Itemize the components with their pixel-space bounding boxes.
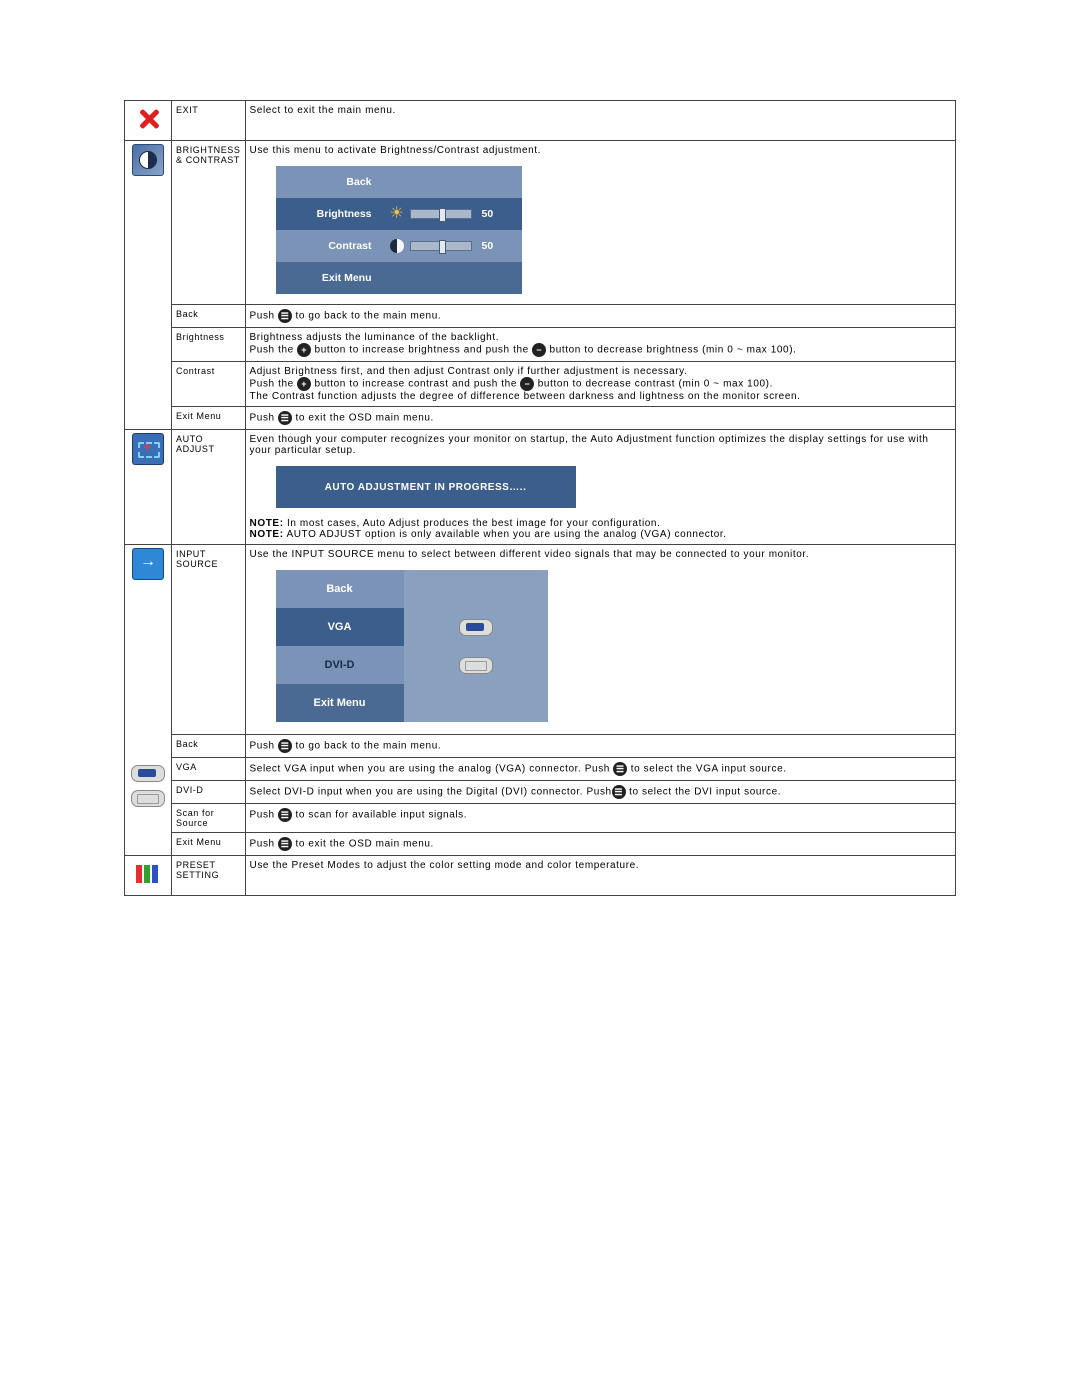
exit-desc: Select to exit the main menu. [245,101,955,141]
input-vga-label: VGA [172,758,246,781]
exitmenu-row-desc: Push ☰ to exit the OSD main menu. [245,407,955,430]
sun-icon: ☀ [390,207,404,221]
exit-icon-cell [125,101,172,141]
input-desc: Use the INPUT SOURCE menu to select betw… [250,549,951,560]
menu-button-icon: ☰ [278,837,292,851]
osd-back-label: Back [276,176,390,188]
contrast-row-label: Contrast [172,362,246,407]
brightness-label: BRIGHTNESS & CONTRAST [172,141,246,305]
brightness-desc: Use this menu to activate Brightness/Con… [250,145,542,156]
auto-adjust-banner: AUTO ADJUSTMENT IN PROGRESS….. [276,466,576,508]
preset-label: PRESET SETTING [172,856,246,896]
osd-exitmenu-label: Exit Menu [276,272,390,284]
osd-contrast-label: Contrast [276,240,390,252]
minus-button-icon: − [532,343,546,357]
auto-desc-cell: Even though your computer recognizes you… [245,430,955,545]
input-dvi-label: DVI-D [172,781,246,804]
input-exit-label: Exit Menu [172,833,246,856]
menu-button-icon: ☰ [612,785,626,799]
brightness-row-label: Brightness [172,328,246,362]
input-exit-desc: Push ☰ to exit the OSD main menu. [245,833,955,856]
brightness-row-desc: Brightness adjusts the luminance of the … [245,328,955,362]
contrast-row-desc: Adjust Brightness first, and then adjust… [245,362,955,407]
input-source-icon [132,548,164,580]
input-scan-desc: Push ☰ to scan for available input signa… [245,804,955,833]
osd-contrast-row[interactable]: Contrast 50 [276,230,522,262]
menu-button-icon: ☰ [278,309,292,323]
input-vga-desc: Select VGA input when you are using the … [245,758,955,781]
auto-icon-cell [125,430,172,545]
src-back-row[interactable]: Back [276,570,548,608]
src-exit-row[interactable]: Exit Menu [276,684,548,722]
plus-button-icon: + [297,343,311,357]
dvi-connector-icon [459,657,493,674]
brightness-slider[interactable] [410,209,472,219]
menu-button-icon: ☰ [278,411,292,425]
osd-exitmenu-row[interactable]: Exit Menu [276,262,522,294]
input-back-label: Back [172,735,246,758]
menu-button-icon: ☰ [278,808,292,822]
back-desc: Push ☰ to go back to the main menu. [245,305,955,328]
input-icon-cell [125,545,172,856]
menu-button-icon: ☰ [613,762,627,776]
brightness-value: 50 [482,208,494,220]
back-label: Back [172,305,246,328]
input-back-desc: Push ☰ to go back to the main menu. [245,735,955,758]
contrast-slider[interactable] [410,241,472,251]
input-osd-panel: Back VGA DVI-D Exit Menu [276,570,548,722]
brightness-contrast-icon [132,144,164,176]
exit-icon [133,104,163,134]
osd-menu-table: EXIT Select to exit the main menu. BRIGH… [124,100,956,896]
menu-button-icon: ☰ [278,739,292,753]
osd-back-row[interactable]: Back [276,166,522,198]
src-vga-row[interactable]: VGA [276,608,548,646]
input-desc-cell: Use the INPUT SOURCE menu to select betw… [245,545,955,735]
contrast-icon [390,239,404,253]
osd-brightness-row[interactable]: Brightness ☀ 50 [276,198,522,230]
preset-icon-cell [125,856,172,896]
input-scan-label: Scan for Source [172,804,246,833]
plus-button-icon: + [297,377,311,391]
brightness-desc-cell: Use this menu to activate Brightness/Con… [245,141,955,305]
auto-label: AUTO ADJUST [172,430,246,545]
brightness-icon-cell [125,141,172,430]
preset-setting-icon [133,859,163,889]
contrast-value: 50 [482,240,494,252]
exit-label: EXIT [172,101,246,141]
input-dvi-desc: Select DVI-D input when you are using th… [245,781,955,804]
auto-adjust-icon [132,433,164,465]
dvi-connector-icon [131,790,165,807]
src-dvi-row[interactable]: DVI-D [276,646,548,684]
auto-desc: Even though your computer recognizes you… [250,434,951,456]
exitmenu-row-label: Exit Menu [172,407,246,430]
minus-button-icon: − [520,377,534,391]
vga-connector-icon [459,619,493,636]
preset-desc: Use the Preset Modes to adjust the color… [245,856,955,896]
brightness-osd-panel: Back Brightness ☀ 50 Contrast 50 Exit Me… [276,166,522,294]
input-label: INPUT SOURCE [172,545,246,735]
osd-brightness-label: Brightness [276,208,390,220]
vga-connector-icon [131,765,165,782]
